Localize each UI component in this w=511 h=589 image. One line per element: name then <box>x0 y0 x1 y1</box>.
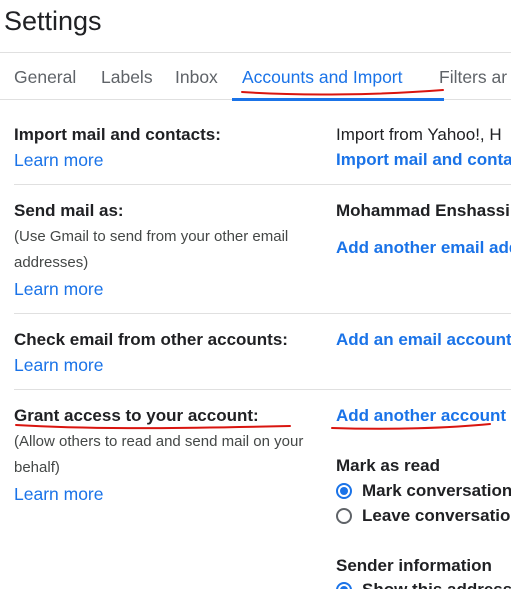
grant-access-learn-more-link[interactable]: Learn more <box>14 484 104 505</box>
mark-conversation-radio[interactable]: Mark conversation <box>336 481 511 501</box>
send-mail-as-description: (Use Gmail to send from your other email… <box>14 228 289 271</box>
send-as-account-name: Mohammad Enshassi <box>336 201 510 220</box>
section-divider <box>14 313 511 314</box>
check-email-learn-more-link[interactable]: Learn more <box>14 355 104 376</box>
add-another-account-link[interactable]: Add another account <box>336 406 506 426</box>
tab-general[interactable]: General <box>14 67 76 88</box>
tab-labels[interactable]: Labels <box>101 67 153 88</box>
import-learn-more-link[interactable]: Learn more <box>14 150 104 171</box>
check-email-label: Check email from other accounts: <box>14 330 288 349</box>
radio-label: Show this address <box>362 580 511 589</box>
send-mail-as-label: Send mail as: <box>14 201 124 220</box>
import-info-text: Import from Yahoo!, H <box>336 125 502 144</box>
tab-inbox[interactable]: Inbox <box>175 67 218 88</box>
settings-tab-bar: General Labels Inbox Accounts and Import… <box>0 52 511 101</box>
tab-accounts-and-import[interactable]: Accounts and Import <box>242 67 403 88</box>
grant-access-label: Grant access to your account: <box>14 406 259 425</box>
show-this-address-radio[interactable]: Show this address <box>336 580 511 589</box>
radio-selected-icon <box>336 582 352 589</box>
radio-unselected-icon <box>336 508 352 524</box>
add-another-email-link[interactable]: Add another email add <box>336 238 511 258</box>
add-email-account-link[interactable]: Add an email account <box>336 330 511 350</box>
send-as-learn-more-link[interactable]: Learn more <box>14 279 104 300</box>
import-mail-label: Import mail and contacts: <box>14 125 221 144</box>
tab-filters[interactable]: Filters ar <box>439 67 507 88</box>
grant-access-description: (Allow others to read and send mail on y… <box>14 433 304 476</box>
radio-label: Leave conversatio <box>362 506 511 525</box>
import-mail-contacts-link[interactable]: Import mail and conta <box>336 150 511 170</box>
radio-label: Mark conversation <box>362 481 511 500</box>
section-divider <box>14 389 511 390</box>
mark-as-read-heading: Mark as read <box>336 456 440 475</box>
leave-conversation-radio[interactable]: Leave conversatio <box>336 506 510 526</box>
sender-information-heading: Sender information <box>336 556 492 575</box>
radio-selected-icon <box>336 483 352 499</box>
active-tab-indicator <box>232 98 444 101</box>
section-divider <box>14 184 511 185</box>
page-title: Settings <box>4 6 102 36</box>
